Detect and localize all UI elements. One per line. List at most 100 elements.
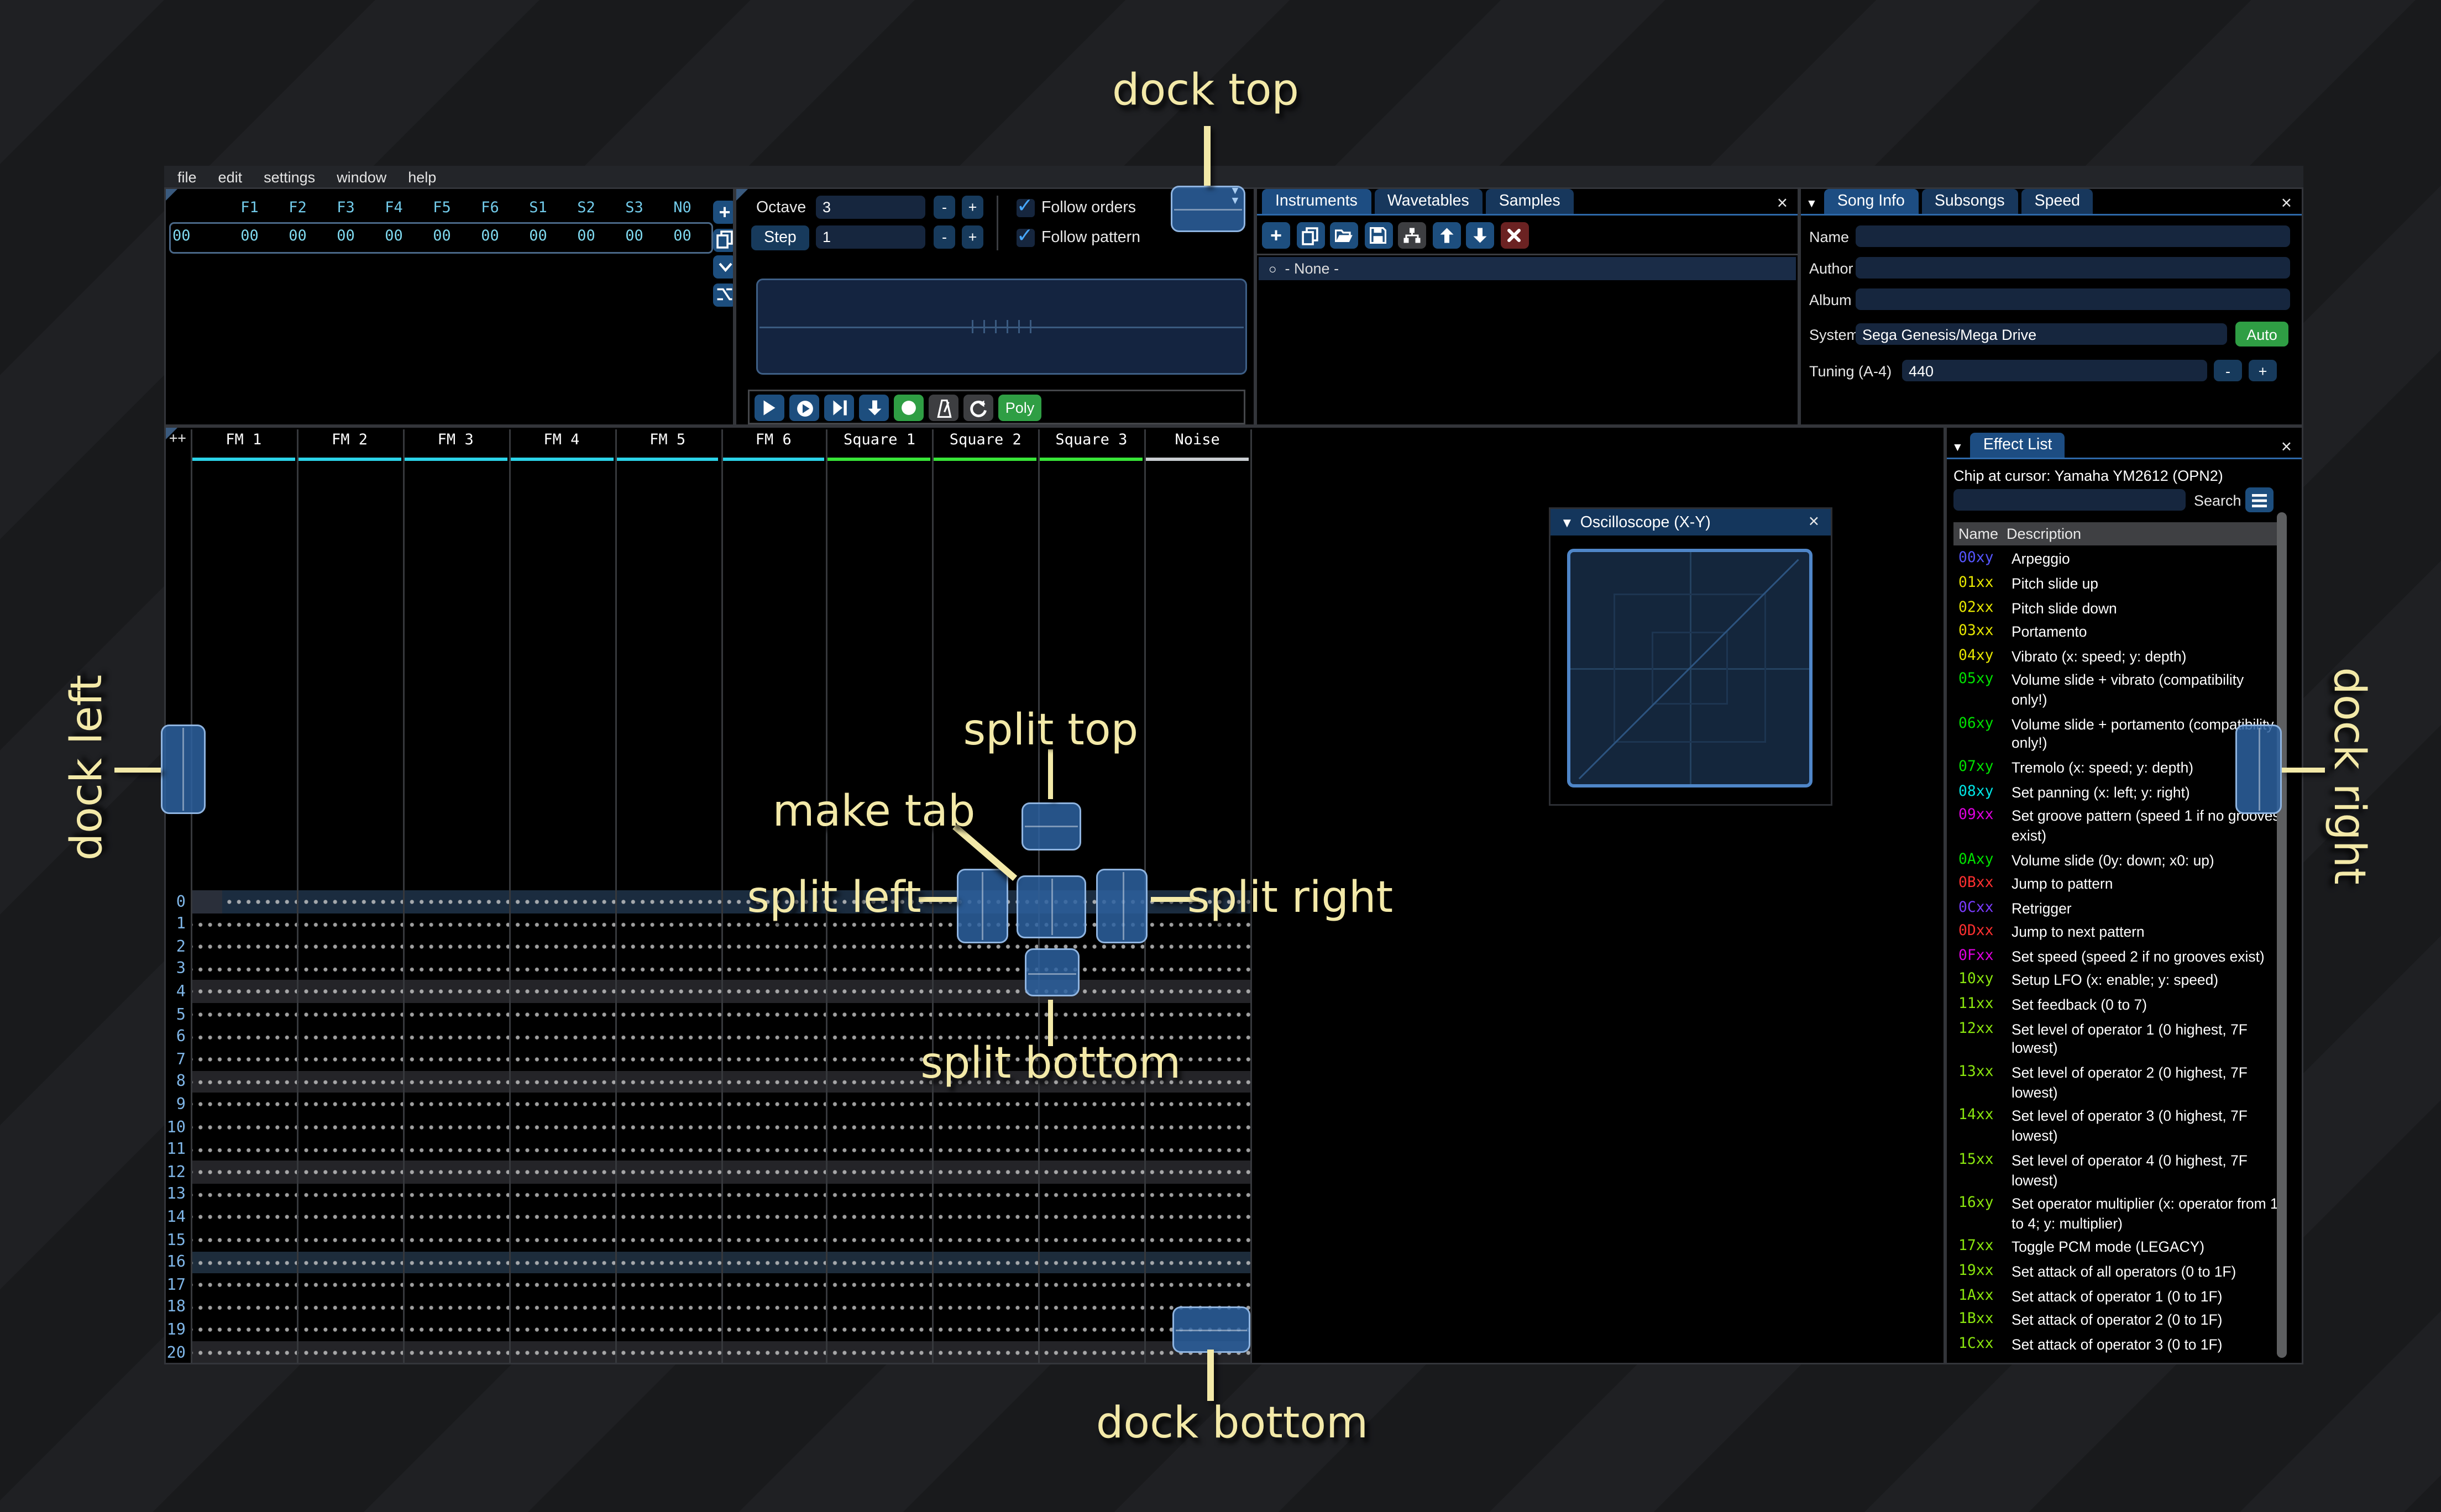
effect-row[interactable]: 00xy Arpeggio: [1958, 549, 2280, 573]
effect-table[interactable]: 00xy Arpeggio 01xx Pitch slide up 02xx Pitch …: [1958, 549, 2280, 1363]
effect-row[interactable]: 0Bxx Jump to pattern: [1958, 873, 2280, 897]
play-button[interactable]: [755, 395, 784, 421]
orders-cell[interactable]: 00: [610, 229, 658, 245]
chevron-down-button[interactable]: [713, 255, 733, 279]
menu-file[interactable]: file: [177, 169, 197, 185]
effect-row[interactable]: 1Axx Set attack of operator 1 (0 to 1F): [1958, 1285, 2280, 1310]
expand-pattern-button[interactable]: ++: [169, 431, 186, 448]
record-button[interactable]: [894, 395, 924, 421]
channel-header-fm6[interactable]: FM 6: [721, 433, 827, 449]
orders-cell[interactable]: 00: [418, 229, 466, 245]
move-up-button[interactable]: [1432, 222, 1460, 249]
system-input[interactable]: Sega Genesis/Mega Drive: [1856, 323, 2227, 345]
name-input[interactable]: [1856, 225, 2290, 247]
channel-header-square3[interactable]: Square 3: [1039, 433, 1145, 449]
shuffle-button[interactable]: [713, 282, 733, 306]
tree-button[interactable]: [1398, 222, 1426, 249]
orders-cell[interactable]: 00: [370, 229, 418, 245]
effect-row[interactable]: 0Cxx Retrigger: [1958, 897, 2280, 922]
effect-row[interactable]: 03xx Portamento: [1958, 621, 2280, 645]
add-button[interactable]: +: [1262, 222, 1290, 249]
dock-target-make-tab[interactable]: [1016, 875, 1087, 939]
tab-song-info[interactable]: Song Info: [1824, 189, 1918, 214]
menu-help[interactable]: help: [408, 169, 436, 185]
piano-widget[interactable]: [756, 279, 1247, 375]
tab-effect-list[interactable]: Effect List: [1969, 433, 2066, 458]
channel-header-fm5[interactable]: FM 5: [615, 433, 721, 449]
orders-cell[interactable]: 00: [226, 229, 274, 245]
orders-cell[interactable]: 00: [514, 229, 562, 245]
effect-row[interactable]: 15xx Set level of operator 4 (0 highest, …: [1958, 1149, 2280, 1193]
oscilloscope-window[interactable]: ▼ Oscilloscope (X-Y) ×: [1549, 507, 1832, 806]
effect-row[interactable]: 11xx Set feedback (0 to 7): [1958, 994, 2280, 1019]
effect-row[interactable]: 0Fxx Set speed (speed 2 if no grooves exi…: [1958, 946, 2280, 970]
orders-cell[interactable]: 00: [658, 229, 706, 245]
effect-row[interactable]: 17xx Toggle PCM mode (LEGACY): [1958, 1237, 2280, 1261]
author-input[interactable]: [1856, 257, 2290, 279]
channel-header-fm2[interactable]: FM 2: [297, 433, 403, 449]
oscilloscope-titlebar[interactable]: ▼ Oscilloscope (X-Y) ×: [1550, 509, 1831, 536]
dock-target-split-left[interactable]: [956, 868, 1008, 944]
open-folder-button[interactable]: [1330, 222, 1358, 249]
effect-row[interactable]: 06xy Volume slide + portamento (compatibi…: [1958, 713, 2280, 757]
save-button[interactable]: [1364, 222, 1392, 249]
add-button[interactable]: +: [713, 201, 733, 224]
pattern-cursor-cell[interactable]: [192, 890, 222, 913]
step-input[interactable]: 1: [816, 225, 925, 249]
channel-header-square1[interactable]: Square 1: [826, 433, 933, 449]
album-input[interactable]: [1856, 288, 2290, 310]
effect-row[interactable]: 02xx Pitch slide down: [1958, 597, 2280, 621]
scrollbar[interactable]: [2277, 512, 2287, 1358]
orders-cell[interactable]: 00: [274, 229, 322, 245]
tab-wavetables[interactable]: Wavetables: [1374, 189, 1483, 214]
effect-row[interactable]: 09xx Set groove pattern (speed 1 if no gr…: [1958, 805, 2280, 849]
effect-row[interactable]: 0Axy Volume slide (0y: down; x0: up): [1958, 849, 2280, 874]
channel-header-fm4[interactable]: FM 4: [509, 433, 615, 449]
delete-button[interactable]: [1500, 222, 1528, 249]
dock-target-top[interactable]: ▼ ▼: [1170, 186, 1245, 232]
tab-samples[interactable]: Samples: [1485, 189, 1574, 214]
effect-row[interactable]: 16xy Set operator multiplier (x: operator…: [1958, 1193, 2280, 1237]
tab-instruments[interactable]: Instruments: [1262, 189, 1371, 214]
orders-cell[interactable]: 00: [466, 229, 514, 245]
effect-row[interactable]: 14xx Set level of operator 3 (0 highest, …: [1958, 1106, 2280, 1149]
close-icon[interactable]: ×: [1774, 195, 1791, 214]
instrument-list-item[interactable]: ○ - None -: [1259, 257, 1796, 280]
octave-plus-button[interactable]: +: [962, 196, 983, 219]
dock-target-bottom[interactable]: [1172, 1306, 1250, 1352]
channel-header-square2[interactable]: Square 2: [933, 433, 1039, 449]
step-button[interactable]: Step: [751, 225, 809, 250]
effect-row[interactable]: 07xy Tremolo (x: speed; y: depth): [1958, 757, 2280, 781]
close-icon[interactable]: ×: [1805, 512, 1822, 532]
octave-input[interactable]: 3: [816, 196, 925, 219]
effect-row[interactable]: 13xx Set level of operator 2 (0 highest, …: [1958, 1062, 2280, 1106]
poly-button[interactable]: Poly: [998, 395, 1041, 421]
collapse-icon[interactable]: ▼: [1560, 515, 1574, 530]
effect-row[interactable]: 12xx Set level of operator 1 (0 highest, …: [1958, 1019, 2280, 1062]
follow-pattern-checkbox[interactable]: ✓: [1017, 224, 1035, 247]
tuning-minus-button[interactable]: -: [2214, 360, 2242, 381]
dock-target-right[interactable]: [2235, 725, 2282, 814]
menu-window[interactable]: window: [337, 169, 386, 185]
collapse-icon[interactable]: ▼: [1952, 443, 1963, 454]
move-down-button[interactable]: [1466, 222, 1494, 249]
tuning-plus-button[interactable]: +: [2249, 360, 2277, 381]
effect-row[interactable]: 04xy Vibrato (x: speed; y: depth): [1958, 645, 2280, 670]
auto-system-button[interactable]: Auto: [2235, 322, 2288, 347]
dock-target-split-bottom[interactable]: [1025, 948, 1080, 998]
menu-settings[interactable]: settings: [264, 169, 315, 185]
effect-row[interactable]: 1Bxx Set attack of operator 2 (0 to 1F): [1958, 1309, 2280, 1334]
play-pattern-button[interactable]: [789, 395, 819, 421]
channel-header-fm1[interactable]: FM 1: [191, 433, 297, 449]
duplicate-button[interactable]: [713, 228, 733, 251]
play-row-button[interactable]: [824, 395, 854, 421]
effect-row[interactable]: 19xx Set attack of all operators (0 to 1F…: [1958, 1261, 2280, 1285]
step-minus-button[interactable]: -: [934, 225, 955, 249]
effect-row[interactable]: 08xy Set panning (x: left; y: right): [1958, 781, 2280, 806]
dock-target-left[interactable]: [160, 725, 206, 813]
collapse-icon[interactable]: ▼: [1806, 199, 1817, 211]
hamburger-menu-button[interactable]: [2245, 487, 2274, 512]
channel-header-fm3[interactable]: FM 3: [402, 433, 509, 449]
effect-row[interactable]: 01xx Pitch slide up: [1958, 573, 2280, 597]
tuning-input[interactable]: 440: [1902, 360, 2207, 381]
